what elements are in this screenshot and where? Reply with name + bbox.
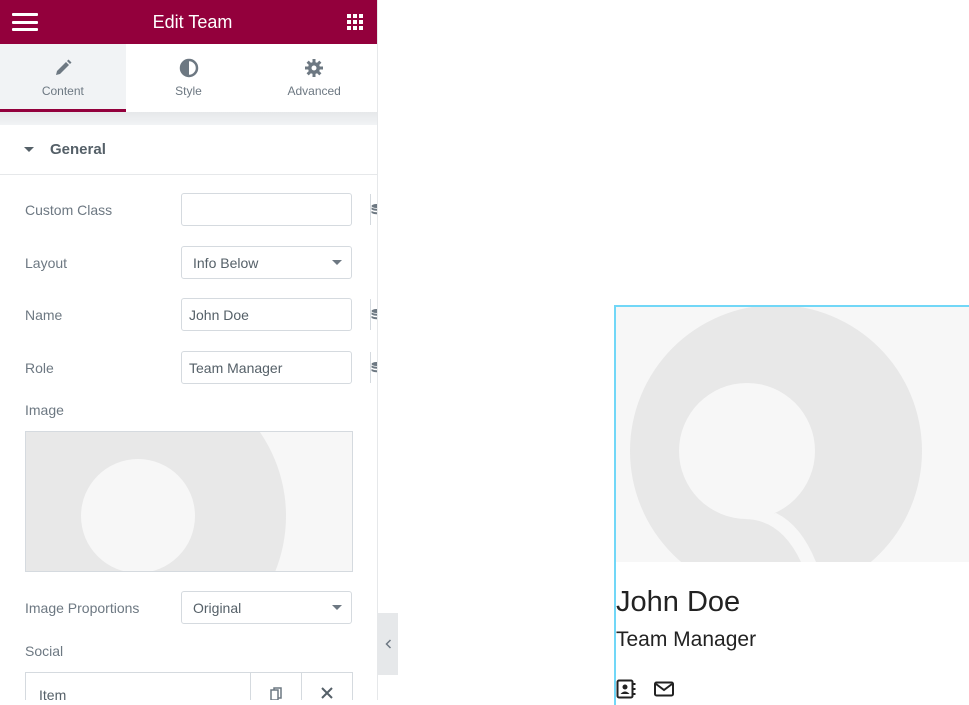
custom-class-field: [181, 193, 377, 226]
name-input[interactable]: [182, 299, 370, 330]
layout-row: Layout Info Below: [25, 246, 352, 279]
member-photo: [616, 307, 969, 562]
name-field: [181, 298, 377, 331]
chevron-left-icon: [384, 639, 391, 649]
dynamic-tags-button[interactable]: [370, 352, 377, 383]
image-proportions-label: Image Proportions: [25, 599, 140, 616]
social-label: Social: [25, 643, 64, 659]
database-icon: [371, 308, 377, 319]
role-row: Role: [25, 351, 377, 384]
gear-icon: [305, 59, 324, 77]
collapse-panel-button[interactable]: [378, 613, 398, 675]
role-input[interactable]: [182, 352, 370, 383]
member-role: Team Manager: [616, 628, 757, 651]
divider: [0, 112, 377, 125]
panel-header: Edit Team: [0, 0, 377, 44]
social-icons: [616, 679, 674, 704]
duplicate-button[interactable]: [250, 673, 301, 700]
tab-advanced-label: Advanced: [287, 84, 341, 98]
copy-icon: [270, 687, 282, 700]
envelope-icon[interactable]: [654, 679, 674, 704]
role-field: [181, 351, 377, 384]
social-label-row: Social: [25, 643, 352, 659]
custom-class-input[interactable]: [182, 194, 370, 225]
remove-button[interactable]: [301, 673, 352, 700]
image-label: Image: [25, 402, 64, 418]
tab-content[interactable]: Content: [0, 44, 126, 112]
layout-label: Layout: [25, 254, 68, 271]
section-general-toggle[interactable]: General: [0, 125, 377, 175]
dynamic-tags-button[interactable]: [370, 194, 377, 225]
address-book-icon[interactable]: [616, 679, 636, 704]
database-icon: [371, 203, 377, 214]
name-label: Name: [25, 306, 63, 323]
image-proportions-select[interactable]: Original: [181, 591, 352, 624]
chevron-down-icon: [332, 605, 342, 610]
tab-style[interactable]: Style: [126, 44, 252, 112]
contrast-icon: [179, 58, 198, 78]
section-title: General: [50, 141, 106, 158]
pencil-icon: [55, 59, 72, 75]
dynamic-tags-button[interactable]: [370, 299, 377, 330]
close-icon: [321, 687, 333, 699]
layout-value: Info Below: [193, 254, 259, 271]
grid-icon[interactable]: [347, 14, 363, 30]
panel-title: Edit Team: [152, 11, 233, 32]
editor-panel: Edit Team Content Style Advanced General…: [0, 0, 378, 700]
placeholder-image-icon: [616, 307, 969, 562]
database-icon: [371, 361, 377, 372]
panel-tabs: Content Style Advanced: [0, 44, 377, 112]
chevron-down-icon: [332, 260, 342, 265]
placeholder-image-icon: [26, 432, 352, 571]
tab-style-label: Style: [175, 84, 202, 98]
hamburger-icon[interactable]: [12, 13, 38, 31]
image-label-row: Image: [25, 402, 352, 418]
member-name: John Doe: [616, 586, 741, 618]
caret-down-icon: [24, 147, 34, 152]
custom-class-row: Custom Class: [25, 193, 377, 226]
repeater-item-title[interactable]: Item: [26, 673, 250, 700]
role-label: Role: [25, 359, 54, 376]
name-row: Name: [25, 298, 377, 331]
layout-select[interactable]: Info Below: [181, 246, 352, 279]
tab-advanced[interactable]: Advanced: [251, 44, 377, 112]
social-repeater-item: Item: [25, 672, 353, 700]
image-picker[interactable]: [25, 431, 353, 572]
tab-content-label: Content: [41, 84, 84, 98]
image-proportions-row: Image Proportions Original: [25, 591, 352, 624]
custom-class-label: Custom Class: [25, 201, 113, 218]
image-proportions-value: Original: [193, 599, 242, 616]
team-member-widget[interactable]: John Doe Team Manager: [614, 305, 969, 705]
